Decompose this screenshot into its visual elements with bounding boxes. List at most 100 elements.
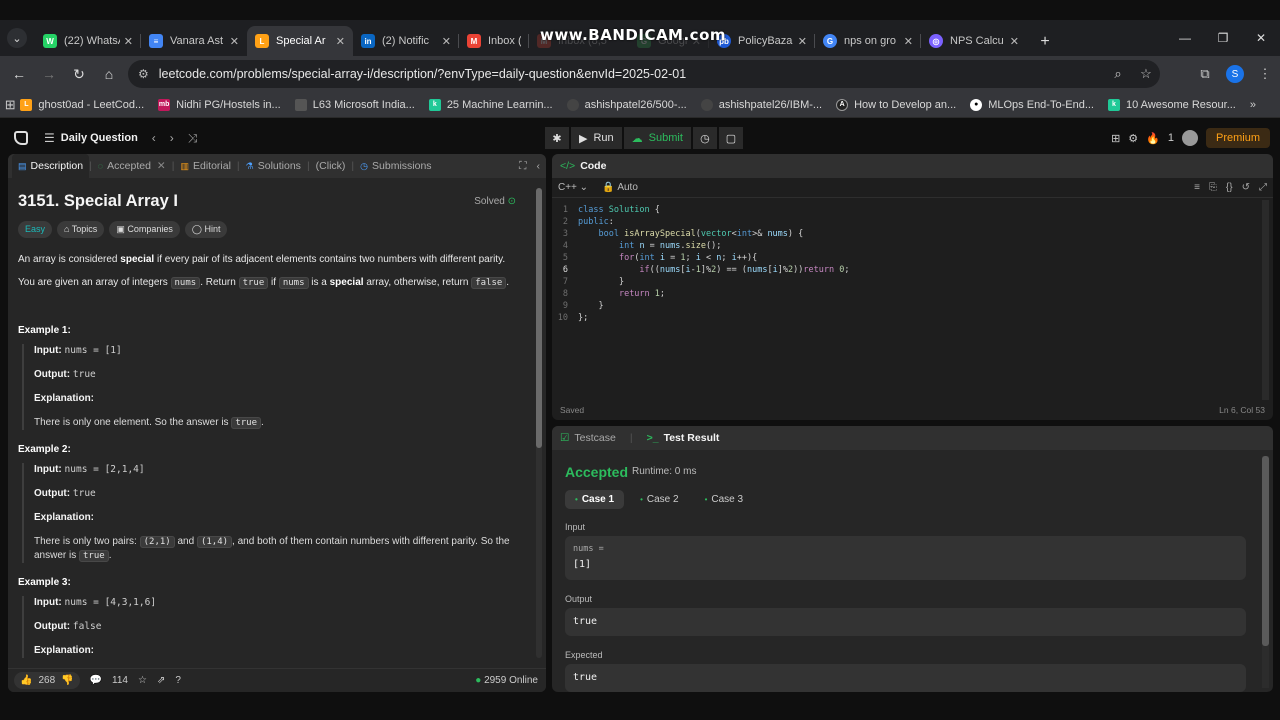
thumbs-up-icon[interactable]: 👍 xyxy=(20,675,32,686)
submit-button[interactable]: ☁ Submit xyxy=(623,127,691,149)
bookmark-item[interactable]: A How to Develop an... xyxy=(836,98,956,111)
pass-dot-icon: • xyxy=(640,495,643,504)
reload-icon[interactable]: ↻ xyxy=(64,59,94,89)
restore-icon[interactable]: ❐ xyxy=(1204,20,1242,56)
close-icon[interactable]: ✕ xyxy=(442,35,451,48)
close-icon[interactable]: ✕ xyxy=(124,35,133,48)
streak-flame-icon[interactable]: 🔥 xyxy=(1146,132,1160,145)
profile-avatar[interactable]: S xyxy=(1226,65,1244,83)
comment-icon[interactable]: 💬 xyxy=(90,675,102,686)
url-text[interactable]: leetcode.com/problems/special-array-i/de… xyxy=(159,67,1104,81)
apps-grid-icon[interactable]: ⊞ xyxy=(0,97,20,113)
bookmark-item[interactable]: mb Nidhi PG/Hostels in... xyxy=(158,98,281,111)
tab-description[interactable]: ▤ Description xyxy=(12,154,90,178)
forward-arrow-icon[interactable]: → xyxy=(34,59,64,89)
notes-icon[interactable]: ▢ xyxy=(718,127,743,149)
leetcode-logo-icon[interactable] xyxy=(14,131,28,145)
tab-testcase[interactable]: ☑ Testcase xyxy=(560,432,616,444)
collapse-left-icon[interactable]: ‹ xyxy=(537,160,541,173)
close-icon[interactable]: ✕ xyxy=(798,35,807,48)
bookmark-item[interactable]: ashishpatel26/500-... xyxy=(566,98,687,111)
fullscreen-icon[interactable]: ⤢ xyxy=(1259,182,1267,193)
tab-submissions[interactable]: ◷ Submissions xyxy=(354,154,437,178)
bookmark-item[interactable]: L63 Microsoft India... xyxy=(294,98,415,111)
maximize-icon[interactable]: ⛶ xyxy=(519,160,526,173)
close-icon[interactable]: ✕ xyxy=(336,35,345,48)
prev-problem-icon[interactable]: ‹ xyxy=(152,131,156,145)
browser-tab[interactable]: in (2) Notific ✕ xyxy=(353,26,459,56)
hint-chip[interactable]: ◯ Hint xyxy=(184,221,228,238)
browser-tab[interactable]: ≡ Vanara Ast ✕ xyxy=(141,26,247,56)
code-line: 10}; xyxy=(557,313,589,323)
run-button[interactable]: ▶ Run xyxy=(571,127,622,149)
favorite-star-icon[interactable]: ☆ xyxy=(138,675,147,686)
extensions-icon[interactable]: ⧉ xyxy=(1190,66,1220,82)
bookmark-icon[interactable]: ⎘ xyxy=(1209,182,1217,193)
window-close-icon[interactable]: ✕ xyxy=(1242,20,1280,56)
bookmark-star-icon[interactable]: ☆ xyxy=(1132,66,1160,82)
tab-solutions[interactable]: ⚗ Solutions xyxy=(240,154,307,178)
autocomplete-mode[interactable]: Auto xyxy=(617,182,638,193)
timer-icon[interactable]: ◷ xyxy=(692,127,717,149)
bookmark-item[interactable]: Lghost0ad - LeetCod... xyxy=(20,98,144,111)
settings-gear-icon[interactable]: ⚙ xyxy=(1128,132,1138,145)
browser-tab[interactable]: ◎ NPS Calcu ✕ xyxy=(921,26,1027,56)
scrollbar-thumb[interactable] xyxy=(1262,456,1269,646)
result-scrollbar[interactable] xyxy=(1262,456,1269,688)
bookmark-item[interactable]: k 10 Awesome Resour... xyxy=(1108,98,1236,111)
daily-question-link[interactable]: Daily Question xyxy=(61,132,138,144)
close-icon[interactable]: ✕ xyxy=(230,35,239,48)
layout-icon[interactable]: ⊞ xyxy=(1111,132,1120,145)
tab-accepted[interactable]: ◌ Accepted ✕ xyxy=(92,154,172,178)
problem-list-icon[interactable]: ☰ xyxy=(44,131,55,145)
share-icon[interactable]: ⇗ xyxy=(157,675,165,686)
case-tab[interactable]: • Case 1 xyxy=(565,490,625,509)
next-problem-icon[interactable]: › xyxy=(170,131,174,145)
user-avatar[interactable] xyxy=(1181,130,1198,146)
close-icon[interactable]: ✕ xyxy=(1010,35,1019,48)
premium-button[interactable]: Premium xyxy=(1205,128,1270,148)
shuffle-icon[interactable]: ⤨ xyxy=(188,131,198,146)
tab-label: (22) WhatsApp xyxy=(64,35,120,47)
case-tab[interactable]: • Case 2 xyxy=(630,490,689,509)
bookmark-item[interactable]: ● MLOps End-To-End... xyxy=(970,98,1094,111)
problem-title[interactable]: 3151. Special Array I Solved ⊙ xyxy=(18,192,524,211)
case-tab[interactable]: • Case 3 xyxy=(695,490,754,509)
close-icon[interactable]: ✕ xyxy=(157,160,166,172)
braces-icon[interactable]: {} xyxy=(1226,182,1233,193)
bookmark-item[interactable]: k 25 Machine Learnin... xyxy=(428,98,553,111)
tab-editorial[interactable]: ▥ Editorial xyxy=(174,154,236,178)
editor-scrollbar[interactable] xyxy=(1262,200,1269,400)
more-bookmarks-icon[interactable]: » xyxy=(1250,99,1256,111)
reset-icon[interactable]: ↺ xyxy=(1242,182,1250,193)
description-scrollbar[interactable] xyxy=(536,188,542,658)
browser-tab[interactable]: Gnps on gro ✕ xyxy=(815,26,921,56)
tab-search-icon[interactable]: ⌄ xyxy=(7,28,27,48)
browser-tab-active[interactable]: L Special Ar ✕ xyxy=(247,26,353,56)
debug-bug-icon[interactable]: ✱ xyxy=(545,127,569,149)
thumbs-down-icon[interactable]: 👎 xyxy=(61,675,73,686)
bookmark-item[interactable]: ashishpatel26/IBM-... xyxy=(700,98,822,111)
close-icon[interactable]: ✕ xyxy=(904,35,913,48)
companies-chip[interactable]: ▣ Companies xyxy=(109,221,180,238)
browser-tab[interactable]: M Inbox (8,5 xyxy=(459,26,529,56)
code-editor[interactable]: 1 class Solution { 2 public: 3 bool isArra… xyxy=(552,204,1262,324)
lightbulb-icon: ◯ xyxy=(191,224,202,234)
minimize-icon[interactable]: — xyxy=(1166,20,1204,56)
zoom-search-icon[interactable]: ⌕ xyxy=(1104,66,1132,82)
chrome-menu-icon[interactable]: ⋮ xyxy=(1250,66,1280,82)
tab-click[interactable]: (Click) xyxy=(310,154,352,178)
format-icon[interactable]: ≡ xyxy=(1194,182,1200,193)
address-bar[interactable]: ⚙ leetcode.com/problems/special-array-i/… xyxy=(128,60,1160,88)
scrollbar-thumb[interactable] xyxy=(536,188,542,448)
topics-chip[interactable]: ⌂ Topics xyxy=(57,221,105,238)
home-icon[interactable]: ⌂ xyxy=(94,59,124,89)
language-select[interactable]: C++ ⌄ xyxy=(558,182,588,193)
tab-test-result[interactable]: >_ Test Result xyxy=(647,432,720,444)
back-arrow-icon[interactable]: ← xyxy=(4,59,34,89)
new-tab-plus-icon[interactable]: + xyxy=(1031,28,1059,56)
help-circle-icon[interactable]: ? xyxy=(175,675,181,686)
problem-title-text[interactable]: 3151. Special Array I xyxy=(18,192,178,211)
site-info-icon[interactable]: ⚙ xyxy=(138,67,149,81)
browser-tab[interactable]: W (22) WhatsApp ✕ xyxy=(35,26,141,56)
